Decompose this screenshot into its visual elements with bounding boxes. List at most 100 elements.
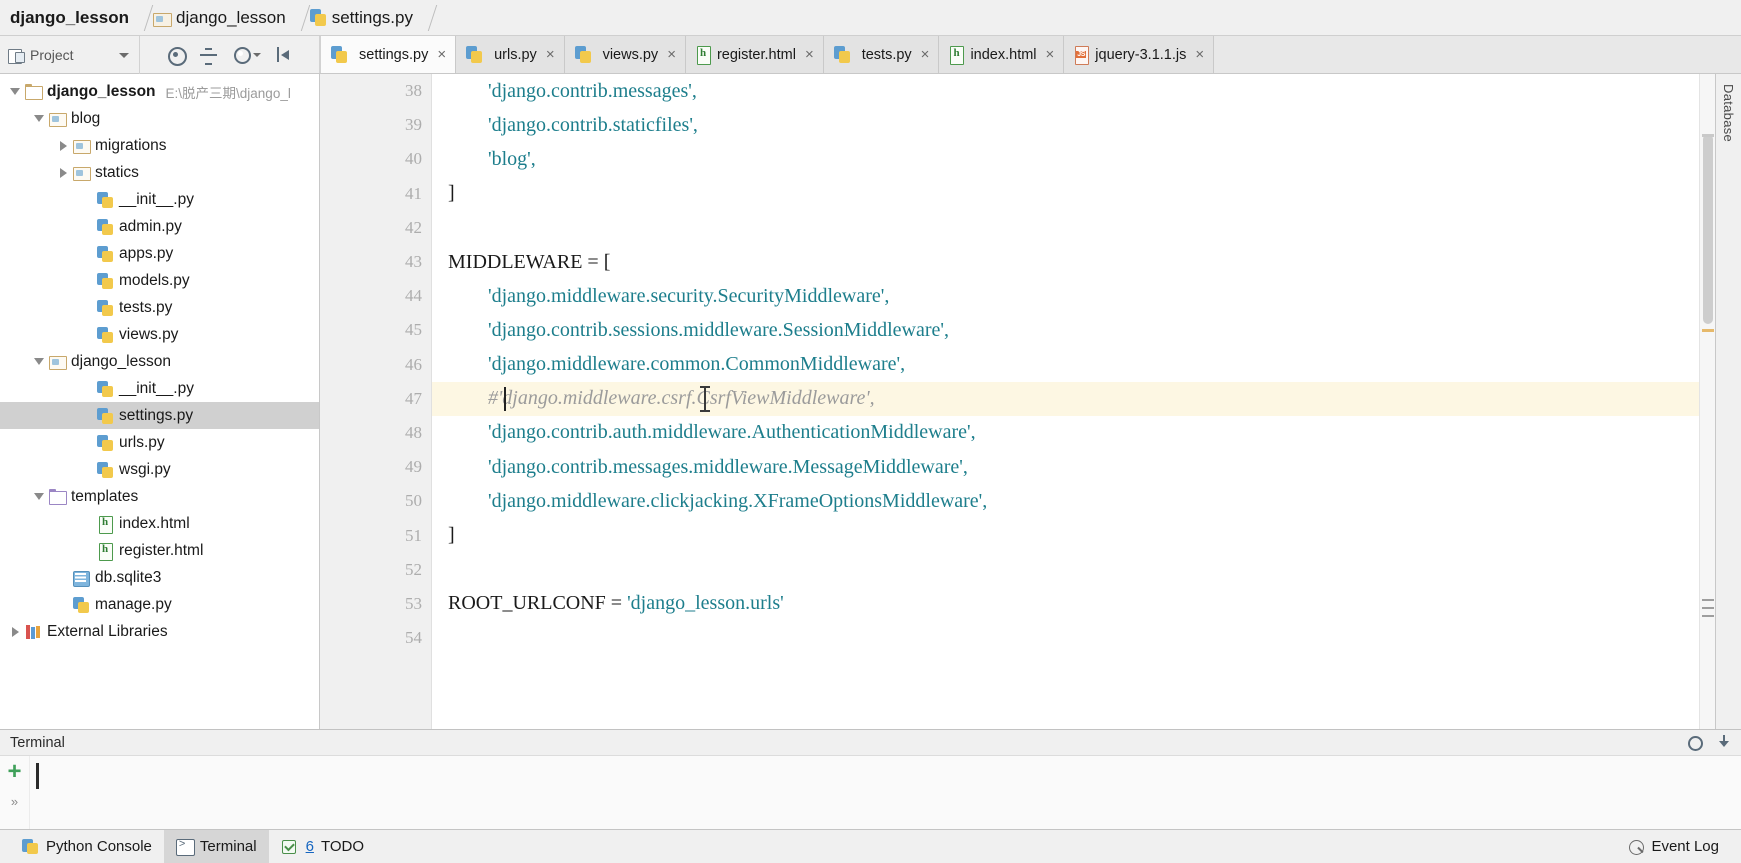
code-line[interactable]: ] [432, 177, 1699, 211]
collapse-all-icon[interactable] [199, 45, 218, 65]
plus-icon[interactable]: + [7, 760, 21, 784]
tab-views-py[interactable]: views.py × [564, 36, 686, 73]
code-line[interactable] [432, 211, 1699, 245]
tree-item-migrations[interactable]: migrations [0, 132, 319, 159]
close-icon[interactable]: × [921, 46, 930, 63]
code-line[interactable]: ROOT_URLCONF = 'django_lesson.urls' [432, 587, 1699, 621]
tree-item-django-lesson[interactable]: django_lesson [0, 348, 319, 375]
tab-index-html[interactable]: index.html × [939, 36, 1065, 73]
tree-item-settings-py[interactable]: settings.py [0, 402, 319, 429]
tree-item-db-sqlite3[interactable]: db.sqlite3 [0, 564, 319, 591]
breadcrumb-item-file[interactable]: settings.py [306, 0, 417, 36]
tab-tests-py[interactable]: tests.py × [823, 36, 940, 73]
terminal-output[interactable] [30, 756, 1741, 829]
tree-item-manage-py[interactable]: manage.py [0, 591, 319, 618]
library-icon [24, 624, 42, 640]
breadcrumb-item-project[interactable]: django_lesson [6, 0, 133, 36]
code-line[interactable]: MIDDLEWARE = [ [432, 245, 1699, 279]
tree-item-external-libraries[interactable]: External Libraries [0, 618, 319, 645]
tree-item-index-html[interactable]: index.html [0, 510, 319, 537]
close-icon[interactable]: × [546, 46, 555, 63]
code-line[interactable] [432, 621, 1699, 655]
code-line[interactable]: #'django.middleware.csrf.CsrfViewMiddlew… [432, 381, 1699, 416]
right-tool-rail[interactable]: Database [1715, 74, 1741, 729]
tree-item-views-py[interactable]: views.py [0, 321, 319, 348]
tree-twisty-collapsed[interactable] [54, 140, 72, 151]
code-line[interactable]: 'django.middleware.clickjacking.XFrameOp… [432, 484, 1699, 518]
python-file-icon [72, 596, 90, 613]
breadcrumb-item-folder[interactable]: django_lesson [149, 0, 290, 36]
status-todo[interactable]: 6 TODO [269, 830, 376, 863]
close-icon[interactable]: × [805, 46, 814, 63]
tree-item-templates[interactable]: templates [0, 483, 319, 510]
tab-label: urls.py [494, 46, 537, 63]
close-icon[interactable]: × [1195, 46, 1204, 63]
tree-item-label: urls.py [119, 433, 165, 451]
tree-twisty-collapsed[interactable] [54, 167, 72, 178]
project-view-selector[interactable]: Project [0, 36, 140, 74]
tree-twisty-expanded[interactable] [30, 358, 48, 365]
event-log-icon [1627, 839, 1645, 855]
tree-twisty-expanded[interactable] [30, 493, 48, 500]
tree-item-blog[interactable]: blog [0, 105, 319, 132]
code-line[interactable]: ] [432, 518, 1699, 552]
breadcrumb-label: django_lesson [176, 7, 286, 27]
line-number: 45 [405, 320, 422, 340]
download-icon[interactable] [1717, 734, 1731, 751]
tab-jquery-js[interactable]: jquery-3.1.1.js × [1064, 36, 1215, 73]
tab-settings-py[interactable]: settings.py × [321, 36, 457, 73]
tree-item-models-py[interactable]: models.py [0, 267, 319, 294]
tab-label: tests.py [861, 46, 912, 63]
close-icon[interactable]: × [667, 46, 676, 63]
tab-register-html[interactable]: register.html × [685, 36, 824, 73]
terminal-body[interactable]: + » [0, 756, 1741, 829]
status-event-log[interactable]: Event Log [1615, 830, 1731, 863]
database-icon [72, 570, 90, 587]
scrollbar-thumb[interactable] [1703, 134, 1713, 324]
close-icon[interactable]: × [437, 46, 446, 63]
gear-icon[interactable] [1687, 735, 1703, 751]
code-content[interactable]: 'django.contrib.messages', 'django.contr… [432, 74, 1699, 729]
tree-item-urls-py[interactable]: urls.py [0, 429, 319, 456]
code-editor[interactable]: 38 39 40 41 42 43 44 45 46 47 48 49 50 51 52 53 54 'djan… [320, 74, 1715, 729]
code-line[interactable]: 'django.contrib.messages.middleware.Mess… [432, 450, 1699, 484]
terminal-header: Terminal [0, 730, 1741, 756]
code-line[interactable]: 'django.contrib.staticfiles', [432, 108, 1699, 142]
close-icon[interactable]: × [1046, 46, 1055, 63]
code-line[interactable] [432, 553, 1699, 587]
tree-item-wsgi-py[interactable]: wsgi.py [0, 456, 319, 483]
editor-scrollbar[interactable] [1699, 74, 1715, 729]
database-tool-label[interactable]: Database [1721, 84, 1736, 142]
tree-item-django-lesson[interactable]: django_lesson E:\脱产三期\django_l [0, 78, 319, 105]
tree-item-path: E:\脱产三期\django_l [165, 85, 291, 101]
code-line[interactable]: 'django.middleware.security.SecurityMidd… [432, 279, 1699, 313]
hide-panel-icon[interactable] [275, 45, 294, 64]
tree-item--init-py[interactable]: __init__.py [0, 375, 319, 402]
code-plain: ] [448, 182, 455, 205]
locate-target-icon[interactable] [166, 45, 187, 66]
tree-twisty-expanded[interactable] [30, 115, 48, 122]
code-line[interactable]: 'django.contrib.messages', [432, 74, 1699, 108]
settings-gear-button[interactable] [232, 45, 261, 64]
code-line[interactable]: 'blog', [432, 142, 1699, 176]
tree-twisty-expanded[interactable] [6, 88, 24, 95]
status-label: Python Console [46, 838, 152, 855]
code-line[interactable]: 'django.middleware.common.CommonMiddlewa… [432, 348, 1699, 382]
tree-item-admin-py[interactable]: admin.py [0, 213, 319, 240]
terminal-title: Terminal [10, 734, 65, 751]
tree-item-apps-py[interactable]: apps.py [0, 240, 319, 267]
tree-twisty-collapsed[interactable] [6, 626, 24, 637]
status-python-console[interactable]: Python Console [10, 830, 164, 863]
status-terminal[interactable]: Terminal [163, 829, 269, 863]
tree-item-label: index.html [119, 514, 190, 532]
chevron-down-icon[interactable] [119, 52, 129, 58]
tree-item-tests-py[interactable]: tests.py [0, 294, 319, 321]
code-line[interactable]: 'django.contrib.auth.middleware.Authenti… [432, 416, 1699, 450]
tab-urls-py[interactable]: urls.py × [456, 36, 565, 73]
project-tree-panel[interactable]: django_lesson E:\脱产三期\django_l blog migrati… [0, 74, 320, 729]
code-line[interactable]: 'django.contrib.sessions.middleware.Sess… [432, 313, 1699, 347]
chevrons-right-icon[interactable]: » [11, 794, 18, 809]
tree-item-statics[interactable]: statics [0, 159, 319, 186]
tree-item-register-html[interactable]: register.html [0, 537, 319, 564]
tree-item--init-py[interactable]: __init__.py [0, 186, 319, 213]
